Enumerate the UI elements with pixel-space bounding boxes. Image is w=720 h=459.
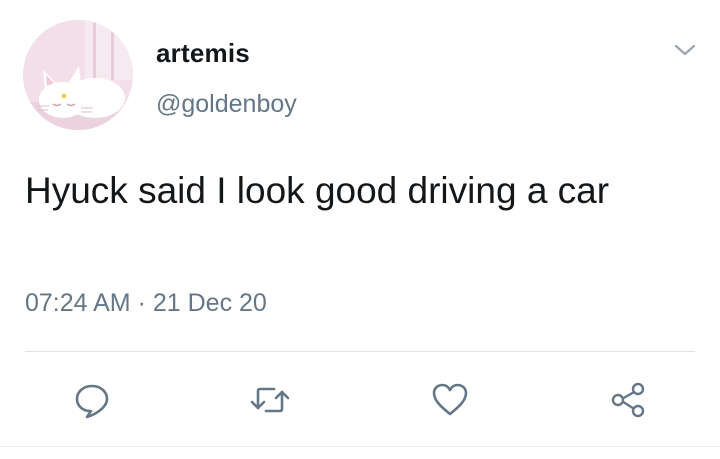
tweet-timestamp[interactable]: 07:24 AM · 21 Dec 20 [25,289,267,318]
reply-button[interactable] [70,378,114,422]
user-handle[interactable]: @goldenboy [156,90,297,119]
tweet-card: artemis @goldenboy Hyuck said I look goo… [0,0,720,459]
bottom-border [0,446,720,447]
chevron-down-icon[interactable] [670,38,700,62]
display-name[interactable]: artemis [156,38,250,69]
share-button[interactable] [606,378,650,422]
white-cat-icon [23,20,133,130]
tweet-text: Hyuck said I look good driving a car [25,170,610,211]
like-button[interactable] [428,378,472,422]
share-icon [611,382,645,418]
tweet-time: 07:24 AM [25,289,131,317]
heart-icon [432,383,468,416]
speech-bubble-icon [75,384,109,419]
tweet-date: 21 Dec 20 [152,289,267,317]
retweet-icon [250,387,290,413]
retweet-button[interactable] [248,378,292,422]
timestamp-separator: · [137,289,146,317]
avatar[interactable] [23,20,133,130]
divider [25,351,695,352]
